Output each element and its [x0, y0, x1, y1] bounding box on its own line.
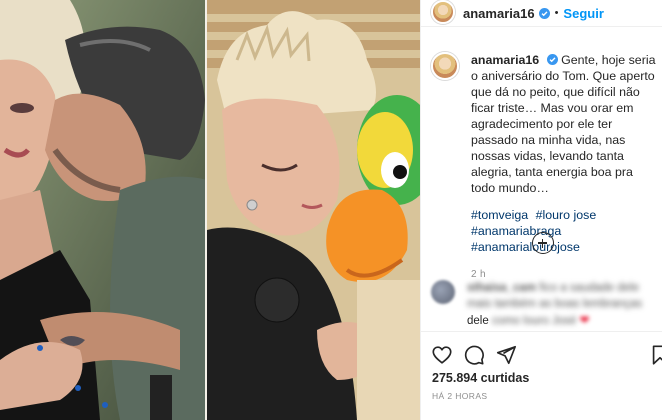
comment-username[interactable]: sthaisa_cam	[467, 282, 536, 294]
likes-count[interactable]: 275.894 curtidas	[432, 371, 529, 385]
post-media[interactable]	[0, 0, 420, 420]
hashtag-link[interactable]: #anamarialourojose	[471, 240, 580, 254]
post-header: anamaria16 • Seguir	[421, 0, 662, 27]
verified-badge-icon	[546, 54, 558, 65]
caption-hashtags: #tomveiga #louro jose #anamariabraga #an…	[471, 207, 657, 255]
post-sidebar: anamaria16 • Seguir anamaria16 Gente, ho…	[420, 0, 662, 420]
caption-text: Gente, hoje seria o aniversário do Tom. …	[471, 53, 656, 195]
author-username[interactable]: anamaria16	[463, 6, 535, 21]
comment-text: sthaisa_cam fico a saudade dele mais tam…	[467, 280, 655, 329]
comment-avatar[interactable]	[431, 280, 455, 304]
comment-body: como louro José	[491, 315, 577, 327]
verified-badge-icon	[538, 7, 550, 19]
comment-body: dele	[467, 315, 489, 327]
comment-icon	[464, 345, 484, 365]
hashtag-link[interactable]: #louro jose	[536, 208, 597, 222]
photo-couple-kiss	[0, 0, 207, 420]
save-button[interactable]	[649, 344, 662, 368]
comment-button[interactable]	[463, 344, 487, 368]
heart-icon	[432, 346, 452, 364]
action-bar	[421, 331, 662, 375]
comment: sthaisa_cam fico a saudade dele mais tam…	[431, 280, 657, 329]
add-circle-icon[interactable]	[532, 232, 554, 254]
heart-emoji-icon: ❤	[579, 313, 590, 327]
caption-username[interactable]: anamaria16	[471, 53, 539, 67]
post-date[interactable]: HÁ 2 HORAS	[432, 391, 488, 401]
bookmark-icon	[652, 345, 662, 365]
send-icon	[496, 345, 516, 365]
likes-number: 275.894	[432, 371, 478, 385]
like-button[interactable]	[431, 344, 455, 368]
share-button[interactable]	[495, 344, 519, 368]
likes-label: curtidas	[480, 371, 530, 385]
caption-avatar[interactable]	[431, 52, 459, 80]
follow-button[interactable]: Seguir	[563, 6, 603, 21]
author-avatar[interactable]	[431, 0, 455, 24]
hashtag-link[interactable]: #tomveiga	[471, 208, 528, 222]
caption-body: anamaria16 Gente, hoje seria o aniversár…	[471, 52, 657, 283]
photo-with-parrot-puppet	[207, 0, 420, 420]
header-separator: •	[554, 7, 559, 19]
